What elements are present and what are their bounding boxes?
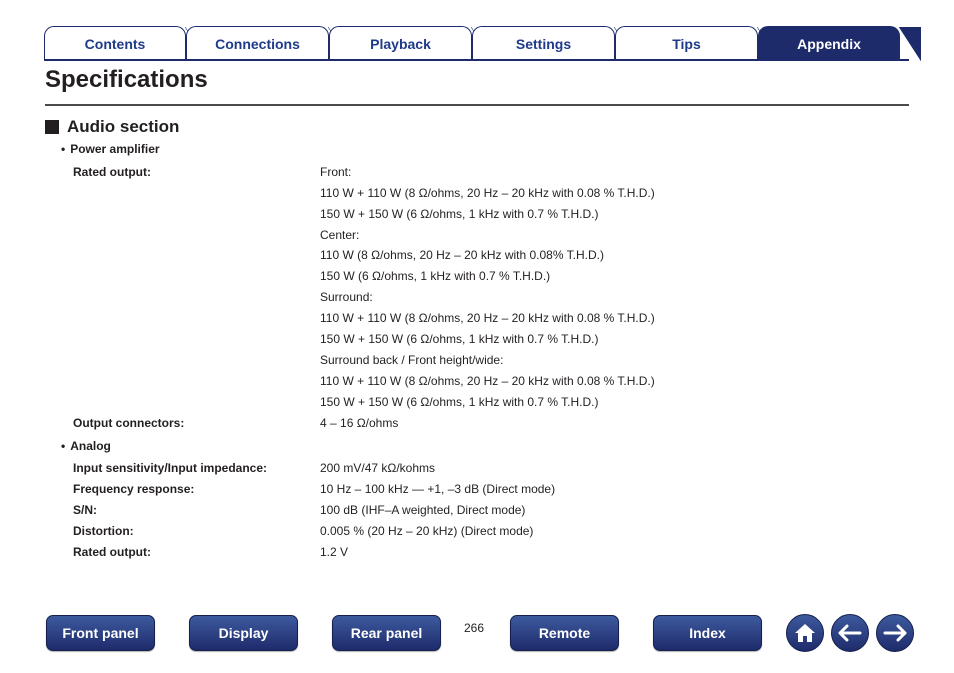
spec-row: 150 W (6 Ω/ohms, 1 kHz with 0.7 % T.H.D.… [73, 269, 713, 285]
spec-row: Rated output: Front: [73, 165, 713, 181]
spec-label: Frequency response: [73, 482, 195, 496]
spec-row: 150 W + 150 W (6 Ω/ohms, 1 kHz with 0.7 … [73, 395, 713, 411]
tab-tips[interactable]: Tips [615, 26, 779, 61]
spec-row: Input sensitivity/Input impedance: 200 m… [73, 461, 713, 477]
spec-row: Output connectors: 4 – 16 Ω/ohms [73, 416, 713, 432]
spec-label: S/N: [73, 503, 97, 517]
remote-button[interactable]: Remote [510, 615, 619, 651]
subsection-power-amplifier: • Power amplifier [61, 142, 160, 156]
section-square-icon [45, 120, 59, 134]
spec-value: 100 dB (IHF–A weighted, Direct mode) [320, 503, 526, 517]
bullet-icon: • [61, 439, 66, 453]
spec-value: 110 W (8 Ω/ohms, 20 Hz – 20 kHz with 0.0… [320, 248, 604, 262]
tab-settings[interactable]: Settings [472, 26, 636, 61]
spec-row: Center: [73, 228, 713, 244]
display-button[interactable]: Display [189, 615, 298, 651]
spec-row: Frequency response: 10 Hz – 100 kHz — +1… [73, 482, 713, 498]
spec-value: 150 W (6 Ω/ohms, 1 kHz with 0.7 % T.H.D.… [320, 269, 551, 283]
spec-value: 10 Hz – 100 kHz — +1, –3 dB (Direct mode… [320, 482, 556, 496]
tab-underline [44, 59, 909, 61]
spec-value: 200 mV/47 kΩ/kohms [320, 461, 436, 475]
spec-value: Surround: [320, 290, 373, 304]
spec-label: Distortion: [73, 524, 134, 538]
home-icon [795, 624, 815, 642]
spec-value: Front: [320, 165, 352, 179]
tab-appendix[interactable]: Appendix [758, 26, 921, 61]
spec-value: 4 – 16 Ω/ohms [320, 416, 399, 430]
spec-value: 110 W + 110 W (8 Ω/ohms, 20 Hz – 20 kHz … [320, 186, 655, 200]
rear-panel-button[interactable]: Rear panel [332, 615, 441, 651]
spec-label: Input sensitivity/Input impedance: [73, 461, 268, 475]
spec-label: Rated output: [73, 165, 151, 179]
forward-arrow-icon [883, 624, 907, 642]
back-arrow-icon [838, 624, 862, 642]
tab-connections[interactable]: Connections [186, 26, 350, 61]
spec-row: 110 W + 110 W (8 Ω/ohms, 20 Hz – 20 kHz … [73, 311, 713, 327]
back-button[interactable] [831, 614, 869, 652]
spec-row: 150 W + 150 W (6 Ω/ohms, 1 kHz with 0.7 … [73, 207, 713, 223]
page-title: Specifications [45, 66, 208, 93]
spec-value: 150 W + 150 W (6 Ω/ohms, 1 kHz with 0.7 … [320, 207, 599, 221]
index-button[interactable]: Index [653, 615, 762, 651]
tab-playback[interactable]: Playback [329, 26, 493, 61]
spec-value: 150 W + 150 W (6 Ω/ohms, 1 kHz with 0.7 … [320, 332, 599, 346]
subsection-title: Power amplifier [70, 142, 160, 156]
spec-value: 110 W + 110 W (8 Ω/ohms, 20 Hz – 20 kHz … [320, 311, 655, 325]
spec-value: Surround back / Front height/wide: [320, 353, 504, 367]
spec-row: 110 W + 110 W (8 Ω/ohms, 20 Hz – 20 kHz … [73, 374, 713, 390]
spec-label: Rated output: [73, 545, 151, 559]
tab-contents[interactable]: Contents [44, 26, 207, 61]
spec-row: Surround: [73, 290, 713, 306]
forward-button[interactable] [876, 614, 914, 652]
spec-value: 150 W + 150 W (6 Ω/ohms, 1 kHz with 0.7 … [320, 395, 599, 409]
spec-row: 150 W + 150 W (6 Ω/ohms, 1 kHz with 0.7 … [73, 332, 713, 348]
spec-row: Rated output: 1.2 V [73, 545, 713, 561]
title-divider [45, 104, 909, 106]
spec-value: Center: [320, 228, 360, 242]
spec-value: 0.005 % (20 Hz – 20 kHz) (Direct mode) [320, 524, 534, 538]
subsection-analog: • Analog [61, 439, 111, 453]
spec-label: Output connectors: [73, 416, 185, 430]
section-title: Audio section [67, 117, 180, 136]
spec-row: Surround back / Front height/wide: [73, 353, 713, 369]
spec-value: 110 W + 110 W (8 Ω/ohms, 20 Hz – 20 kHz … [320, 374, 655, 388]
page-number: 266 [464, 621, 485, 635]
spec-row: S/N: 100 dB (IHF–A weighted, Direct mode… [73, 503, 713, 519]
spec-row: 110 W (8 Ω/ohms, 20 Hz – 20 kHz with 0.0… [73, 248, 713, 264]
subsection-title: Analog [70, 439, 111, 453]
tab-bar: Contents Connections Playback Settings T… [44, 26, 921, 62]
spec-value: 1.2 V [320, 545, 349, 559]
section-heading: Audio section [45, 117, 179, 137]
home-button[interactable] [786, 614, 824, 652]
front-panel-button[interactable]: Front panel [46, 615, 155, 651]
spec-row: Distortion: 0.005 % (20 Hz – 20 kHz) (Di… [73, 524, 713, 540]
bullet-icon: • [61, 142, 66, 156]
spec-row: 110 W + 110 W (8 Ω/ohms, 20 Hz – 20 kHz … [73, 186, 713, 202]
